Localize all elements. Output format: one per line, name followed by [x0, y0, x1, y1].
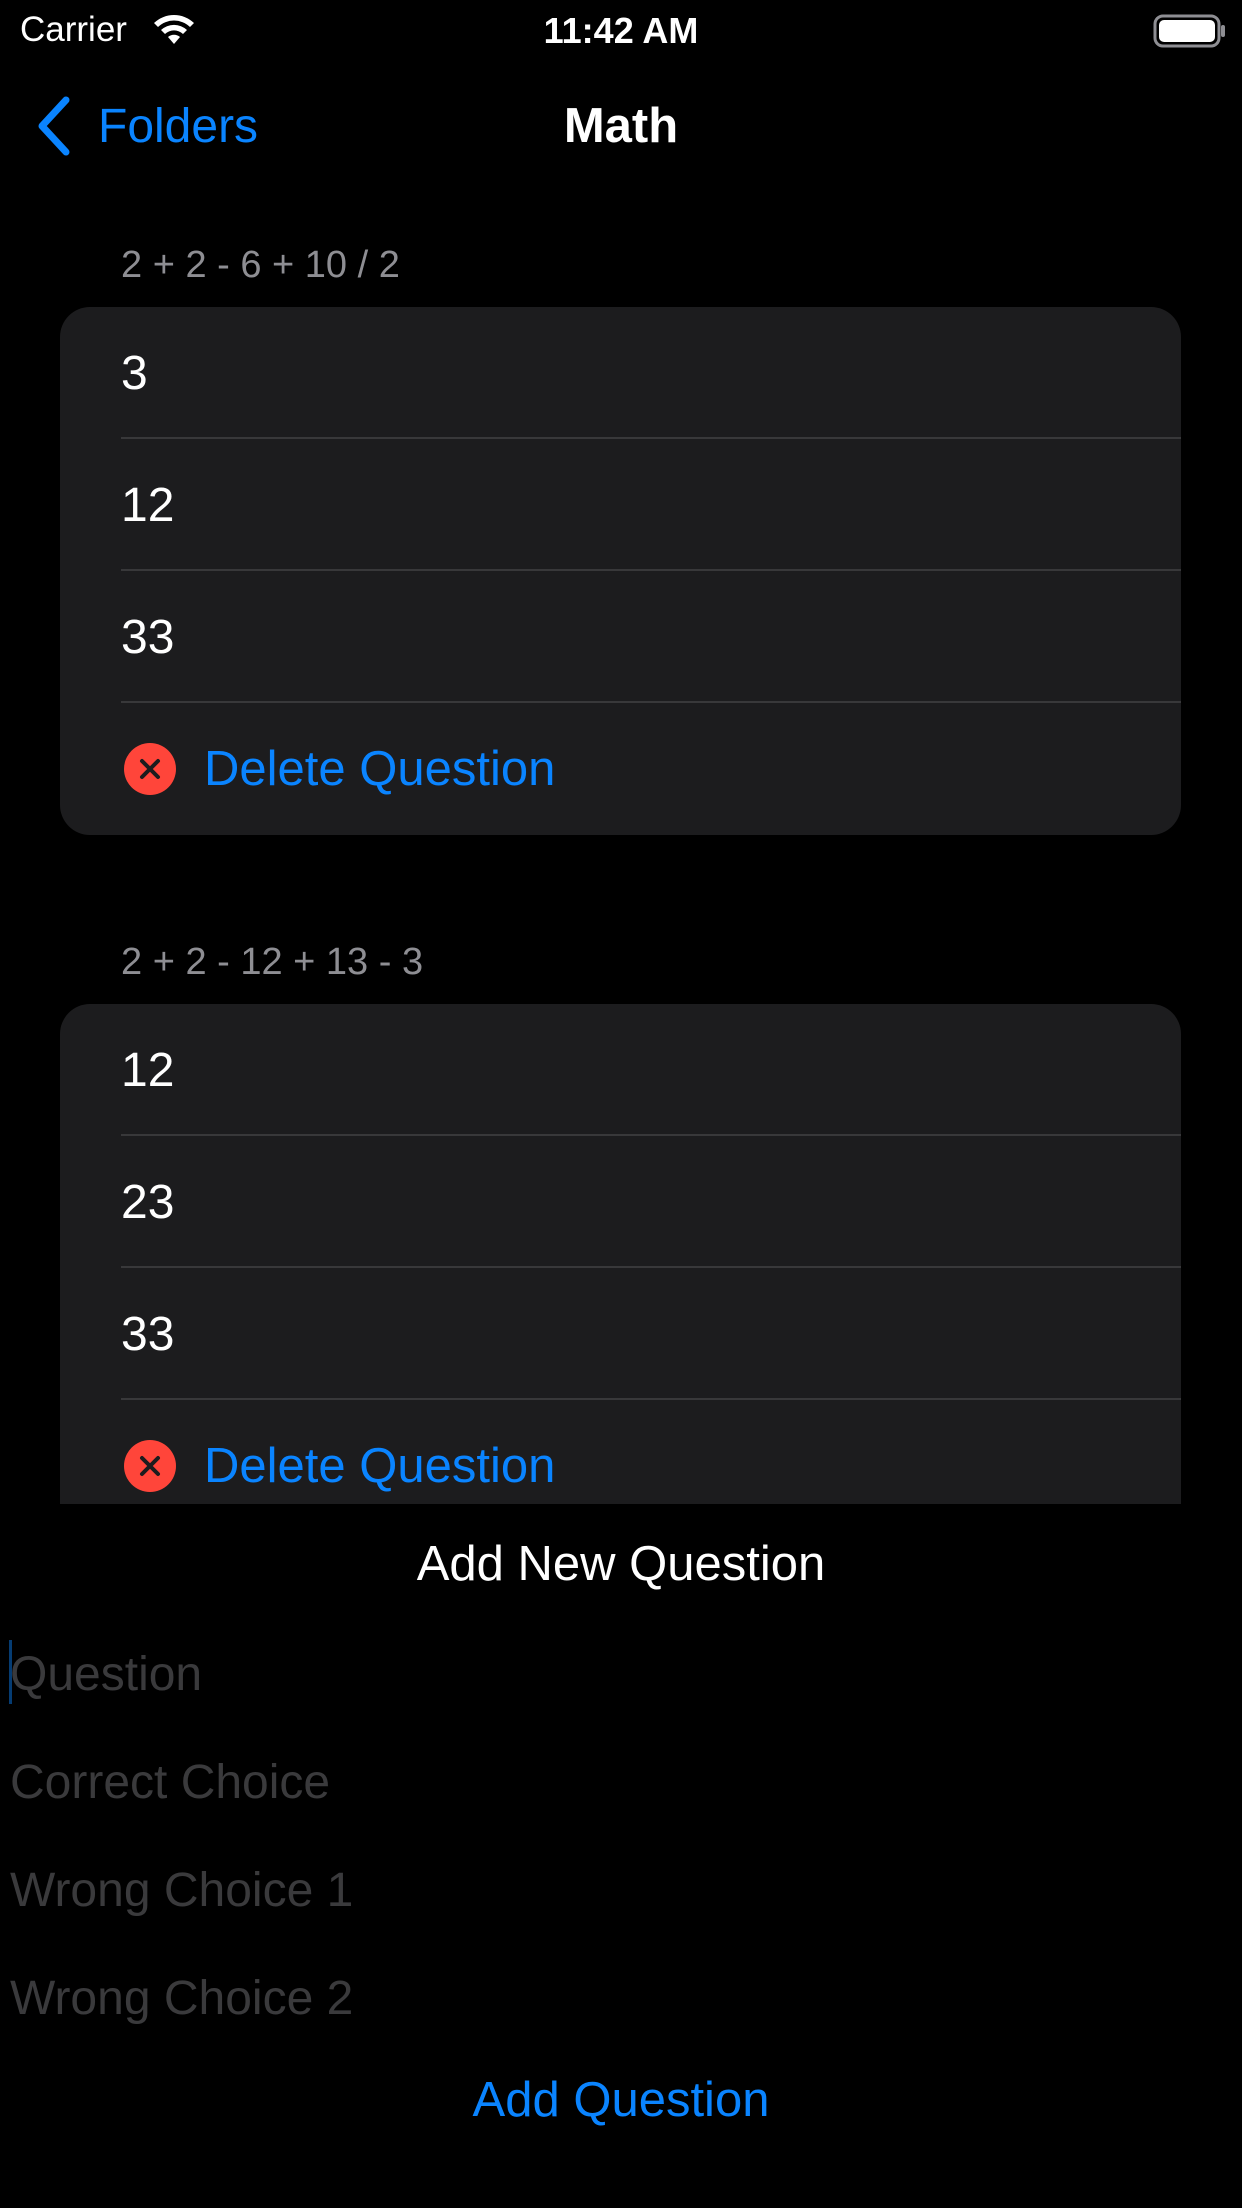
- delete-question-button[interactable]: Delete Question: [60, 703, 1181, 835]
- battery-icon: [1153, 14, 1227, 48]
- delete-question-label: Delete Question: [204, 742, 556, 796]
- correct-choice-input[interactable]: [10, 1747, 1210, 1817]
- delete-question-label: Delete Question: [204, 1439, 556, 1493]
- choice-label: 33: [121, 610, 175, 664]
- add-question-title: Add New Question: [416, 1537, 826, 1591]
- choice-label: 12: [121, 1043, 175, 1097]
- choice-row[interactable]: 12: [60, 1004, 1181, 1136]
- delete-question-button[interactable]: Delete Question: [60, 1400, 1181, 1504]
- question-input[interactable]: [10, 1639, 1210, 1709]
- choice-row[interactable]: 33: [60, 1268, 1181, 1400]
- add-question-button[interactable]: Add Question: [0, 2072, 1242, 2128]
- choice-row[interactable]: 12: [60, 439, 1181, 571]
- question-header: 2 + 2 - 12 + 13 - 3: [121, 941, 424, 983]
- choice-label: 33: [121, 1307, 175, 1361]
- question-card: 3 12 33 Delete Question: [60, 307, 1181, 835]
- wrong-choice-2-input[interactable]: [10, 1963, 1210, 2033]
- page-title: Math: [563, 99, 679, 153]
- choice-label: 12: [121, 478, 175, 532]
- question-card: 12 23 33 Delete Question: [60, 1004, 1181, 1504]
- delete-icon: [124, 743, 176, 795]
- choice-label: 23: [121, 1175, 175, 1229]
- choice-row[interactable]: 33: [60, 571, 1181, 703]
- choice-label: 3: [121, 346, 148, 400]
- choice-row[interactable]: 23: [60, 1136, 1181, 1268]
- choice-row[interactable]: 3: [60, 307, 1181, 439]
- question-header: 2 + 2 - 6 + 10 / 2: [121, 244, 400, 286]
- status-bar: Carrier 11:42 AM: [0, 0, 1242, 62]
- status-time: 11:42 AM: [543, 10, 699, 51]
- wrong-choice-1-input[interactable]: [10, 1855, 1210, 1925]
- delete-icon: [124, 1440, 176, 1492]
